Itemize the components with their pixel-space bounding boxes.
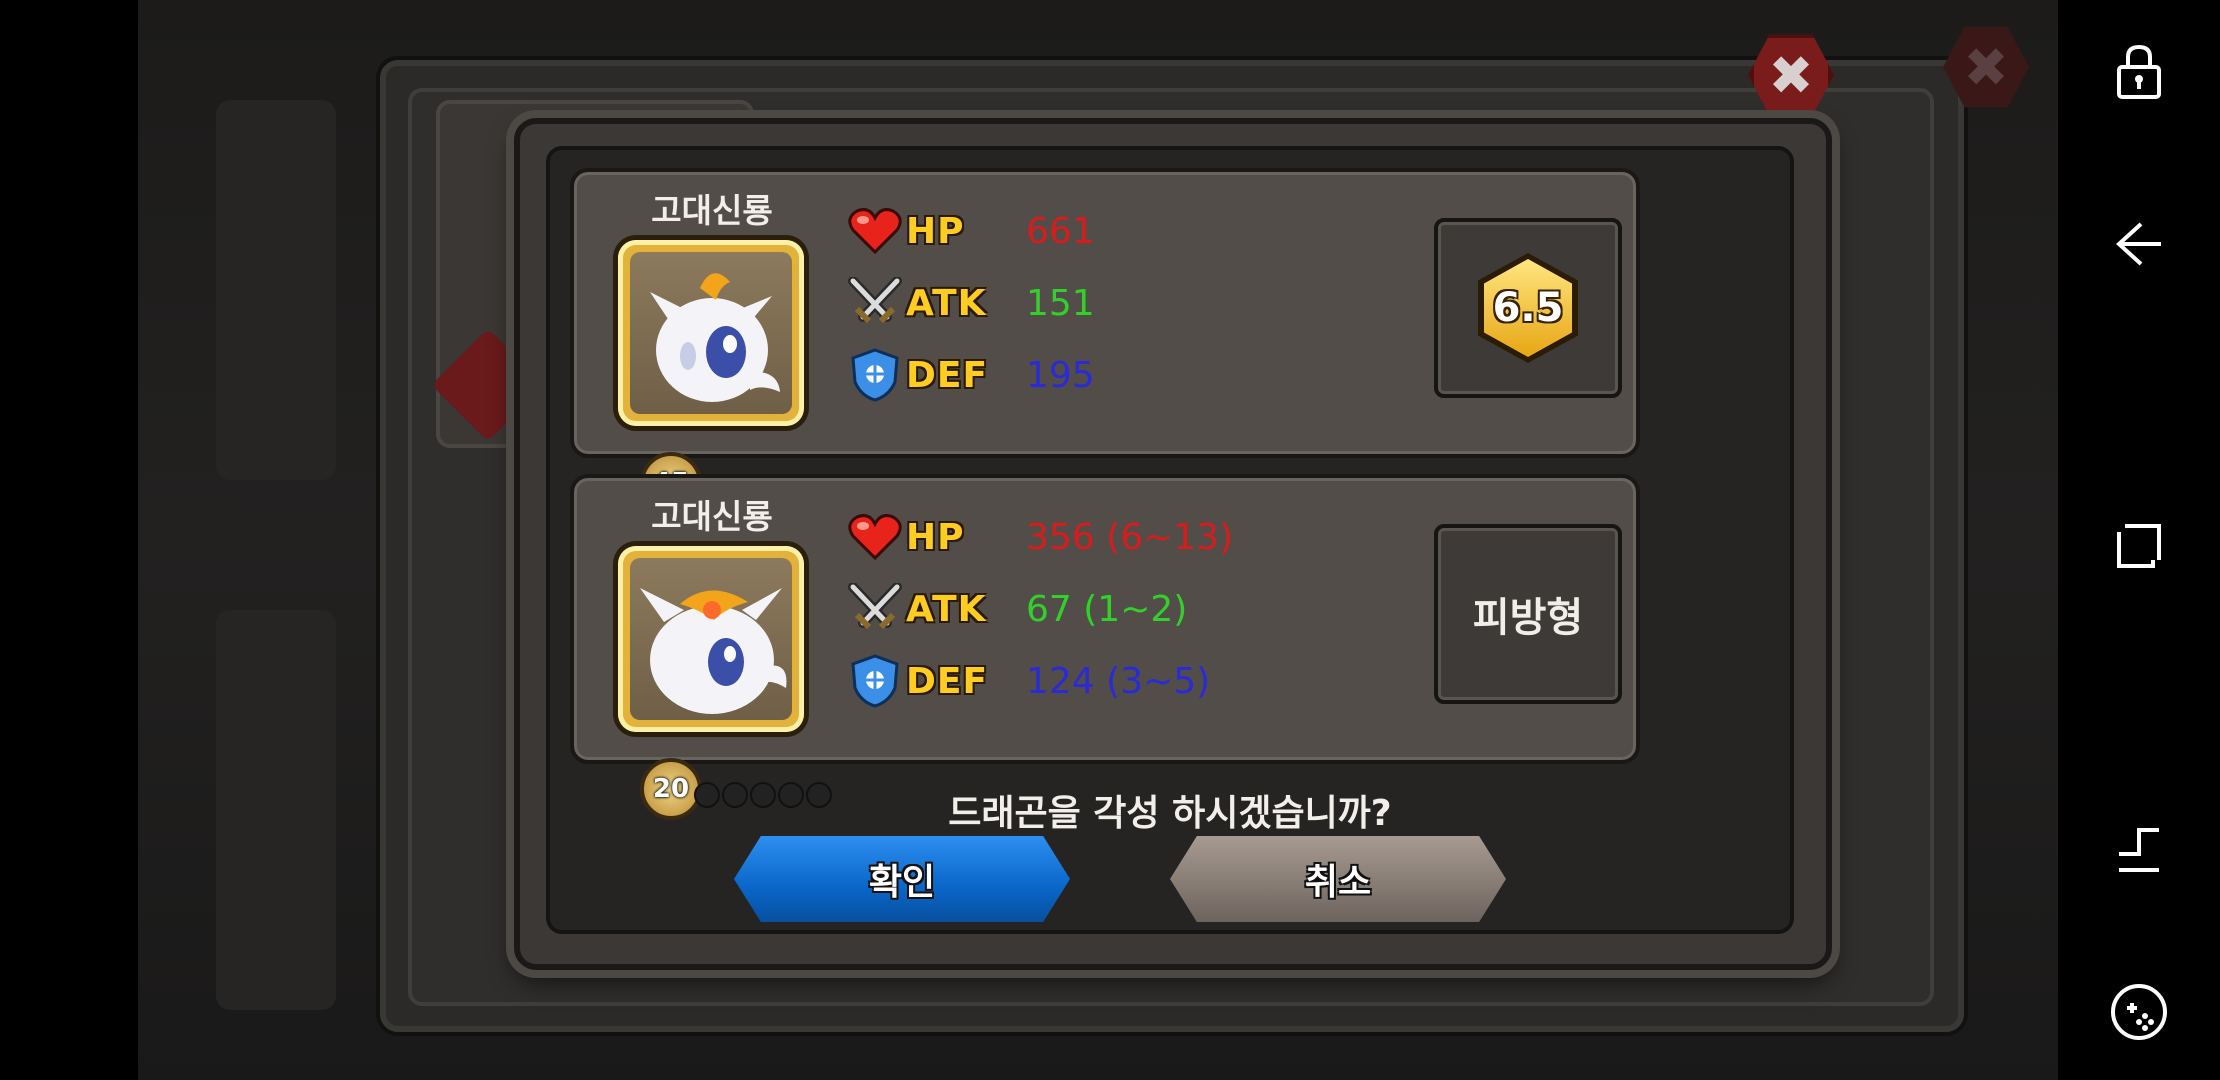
hp-row: HP 661: [844, 202, 1095, 260]
def-label: DEF: [906, 354, 989, 396]
crossed-swords-icon: [844, 274, 906, 332]
lock-icon[interactable]: [2103, 36, 2175, 108]
hp-row: HP 356 (6~13): [844, 508, 1233, 566]
dialog-content: 고대신룡 45: [546, 146, 1794, 934]
confirm-button[interactable]: 확인: [734, 836, 1070, 922]
atk-label: ATK: [906, 282, 987, 324]
awakened-dragon-card: 고대신룡 20 HP 356 (6~13) ATK 67 (1~2) DEF 1…: [570, 474, 1640, 820]
home-icon[interactable]: [2103, 814, 2175, 886]
def-label: DEF: [906, 660, 989, 702]
heart-icon: [844, 508, 906, 566]
back-icon[interactable]: [2103, 208, 2175, 280]
shield-icon: [844, 346, 906, 404]
dragon-name: 고대신룡: [651, 497, 773, 536]
game-tools-icon[interactable]: [2103, 976, 2175, 1048]
def-value: 124 (3~5): [1026, 660, 1211, 702]
grade-badge: 6.5: [1478, 253, 1578, 363]
atk-value: 151: [1026, 282, 1095, 324]
dragon-name: 고대신룡: [651, 191, 773, 230]
shield-icon: [844, 652, 906, 710]
awaken-question: 드래곤을 각성 하시겠습니까?: [948, 793, 1392, 834]
def-row: DEF 124 (3~5): [844, 652, 1210, 710]
atk-label: ATK: [906, 588, 987, 630]
dragon-image: [630, 252, 792, 414]
dragon-portrait[interactable]: 20: [618, 546, 832, 820]
dragon-type: 피방형: [1472, 595, 1584, 641]
background-pillar: [216, 100, 336, 480]
atk-row: ATK 151: [844, 274, 1095, 332]
atk-row: ATK 67 (1~2): [844, 580, 1187, 638]
hp-value: 356 (6~13): [1026, 516, 1234, 558]
heart-icon: [844, 202, 906, 260]
def-value: 195: [1026, 354, 1095, 396]
background-pillar: [216, 610, 336, 1010]
system-nav-bar: [2058, 0, 2220, 1080]
atk-value: 67 (1~2): [1026, 588, 1188, 630]
def-row: DEF 195: [844, 346, 1095, 404]
recents-icon[interactable]: [2103, 510, 2175, 582]
hp-label: HP: [906, 516, 965, 558]
crossed-swords-icon: [844, 580, 906, 638]
grade-value: 6.5: [1484, 259, 1572, 357]
cancel-button[interactable]: 취소: [1170, 836, 1506, 922]
dragon-image: [630, 558, 792, 720]
hp-value: 661: [1026, 210, 1095, 252]
dragon-portrait[interactable]: 45: [618, 240, 804, 514]
current-dragon-card: 고대신룡 45: [570, 168, 1640, 514]
awaken-dialog: 고대신룡 45: [514, 118, 1832, 970]
grade-box: 6.5: [1434, 218, 1622, 398]
type-box: 피방형: [1434, 524, 1622, 704]
hp-label: HP: [906, 210, 965, 252]
game-screen: ✖ ✖ 고대신룡 HP 661 ATK 151 DEF 195 6.5 고대신룡…: [138, 0, 2058, 1080]
